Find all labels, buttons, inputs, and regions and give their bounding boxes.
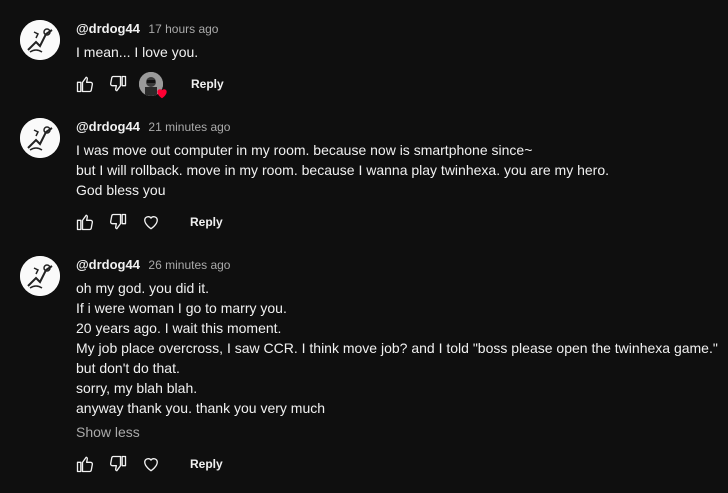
thumbs-down-icon[interactable]: [107, 211, 129, 233]
comment-header: @drdog44 17 hours ago: [76, 20, 218, 38]
heart-icon[interactable]: [140, 211, 162, 233]
comment-line: but I will rollback. move in my room. be…: [76, 162, 610, 178]
comment-line: My job place overcross, I saw CCR. I thi…: [76, 340, 718, 356]
avatar-sketch-icon: [20, 20, 60, 60]
comment-actions: Reply: [74, 72, 224, 99]
comment-line: If i were woman I go to marry you.: [76, 300, 287, 316]
avatar-sketch-icon: [20, 256, 60, 296]
comment-time[interactable]: 17 hours ago: [148, 22, 218, 36]
show-less-button[interactable]: Show less: [76, 422, 721, 442]
reply-button[interactable]: Reply: [190, 457, 223, 471]
comment-line: I was move out computer in my room. beca…: [76, 142, 533, 158]
comment-line: oh my god. you did it.: [76, 280, 210, 296]
thumbs-down-icon[interactable]: [107, 73, 129, 95]
thumbs-up-icon[interactable]: [74, 453, 96, 475]
comment-time[interactable]: 26 minutes ago: [148, 258, 230, 272]
creator-heart-badge[interactable]: [139, 72, 167, 99]
comment-header: @drdog44 26 minutes ago: [76, 256, 230, 274]
comment-line: I mean... I love you.: [76, 44, 199, 60]
reply-button[interactable]: Reply: [190, 215, 223, 229]
avatar[interactable]: [20, 256, 60, 296]
author-name[interactable]: @drdog44: [76, 119, 140, 134]
heart-icon[interactable]: [140, 453, 162, 475]
avatar[interactable]: [20, 20, 60, 60]
thumbs-down-icon[interactable]: [107, 453, 129, 475]
comment-header: @drdog44 21 minutes ago: [76, 118, 230, 136]
comment-line: anyway thank you. thank you very much: [76, 400, 326, 416]
author-name[interactable]: @drdog44: [76, 257, 140, 272]
reply-button[interactable]: Reply: [191, 77, 224, 91]
comment-actions: Reply: [74, 210, 223, 234]
thumbs-up-icon[interactable]: [74, 211, 96, 233]
avatar[interactable]: [20, 118, 60, 158]
heart-icon: [157, 89, 167, 99]
comment-text: I mean... I love you.: [76, 42, 721, 62]
comment-text: I was move out computer in my room. beca…: [76, 140, 721, 200]
avatar-sketch-icon: [20, 118, 60, 158]
comment-line: sorry, my blah blah.: [76, 380, 198, 396]
comment-line: but don't do that.: [76, 360, 180, 376]
comment-line: 20 years ago. I wait this moment.: [76, 320, 282, 336]
author-name[interactable]: @drdog44: [76, 21, 140, 36]
comment-actions: Reply: [74, 452, 223, 476]
comment-time[interactable]: 21 minutes ago: [148, 120, 230, 134]
thumbs-up-icon[interactable]: [74, 73, 96, 95]
comment-text: oh my god. you did it. If i were woman I…: [76, 278, 721, 442]
comment-line: God bless you: [76, 182, 166, 198]
